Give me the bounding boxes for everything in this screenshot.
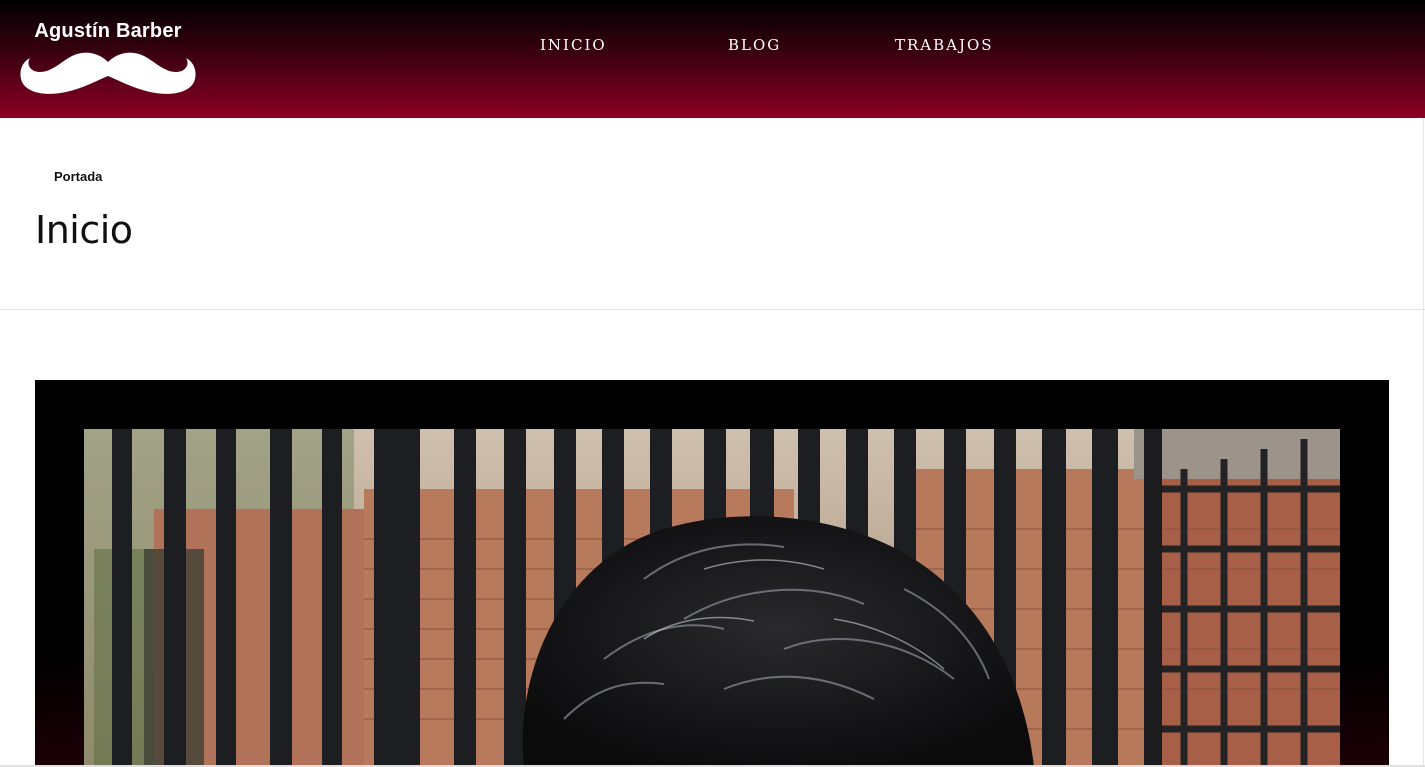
nav-item-blog[interactable]: BLOG [728,36,781,54]
site-logo[interactable]: Agustín Barber [18,16,198,100]
breadcrumb-portada[interactable]: Portada [54,169,102,184]
page-title: Inicio [35,208,133,252]
nav-item-trabajos[interactable]: TRABAJOS [895,36,994,54]
content-divider [0,309,1425,310]
haircut-photo [84,429,1340,767]
hero-image-frame [35,380,1389,767]
main-nav: INICIO BLOG TRABAJOS [0,36,1425,56]
page-border [1423,118,1424,767]
nav-item-inicio[interactable]: INICIO [540,36,607,54]
hero-photo [84,429,1340,767]
site-header: Agustín Barber INICIO BLOG TRABAJOS [0,0,1425,118]
